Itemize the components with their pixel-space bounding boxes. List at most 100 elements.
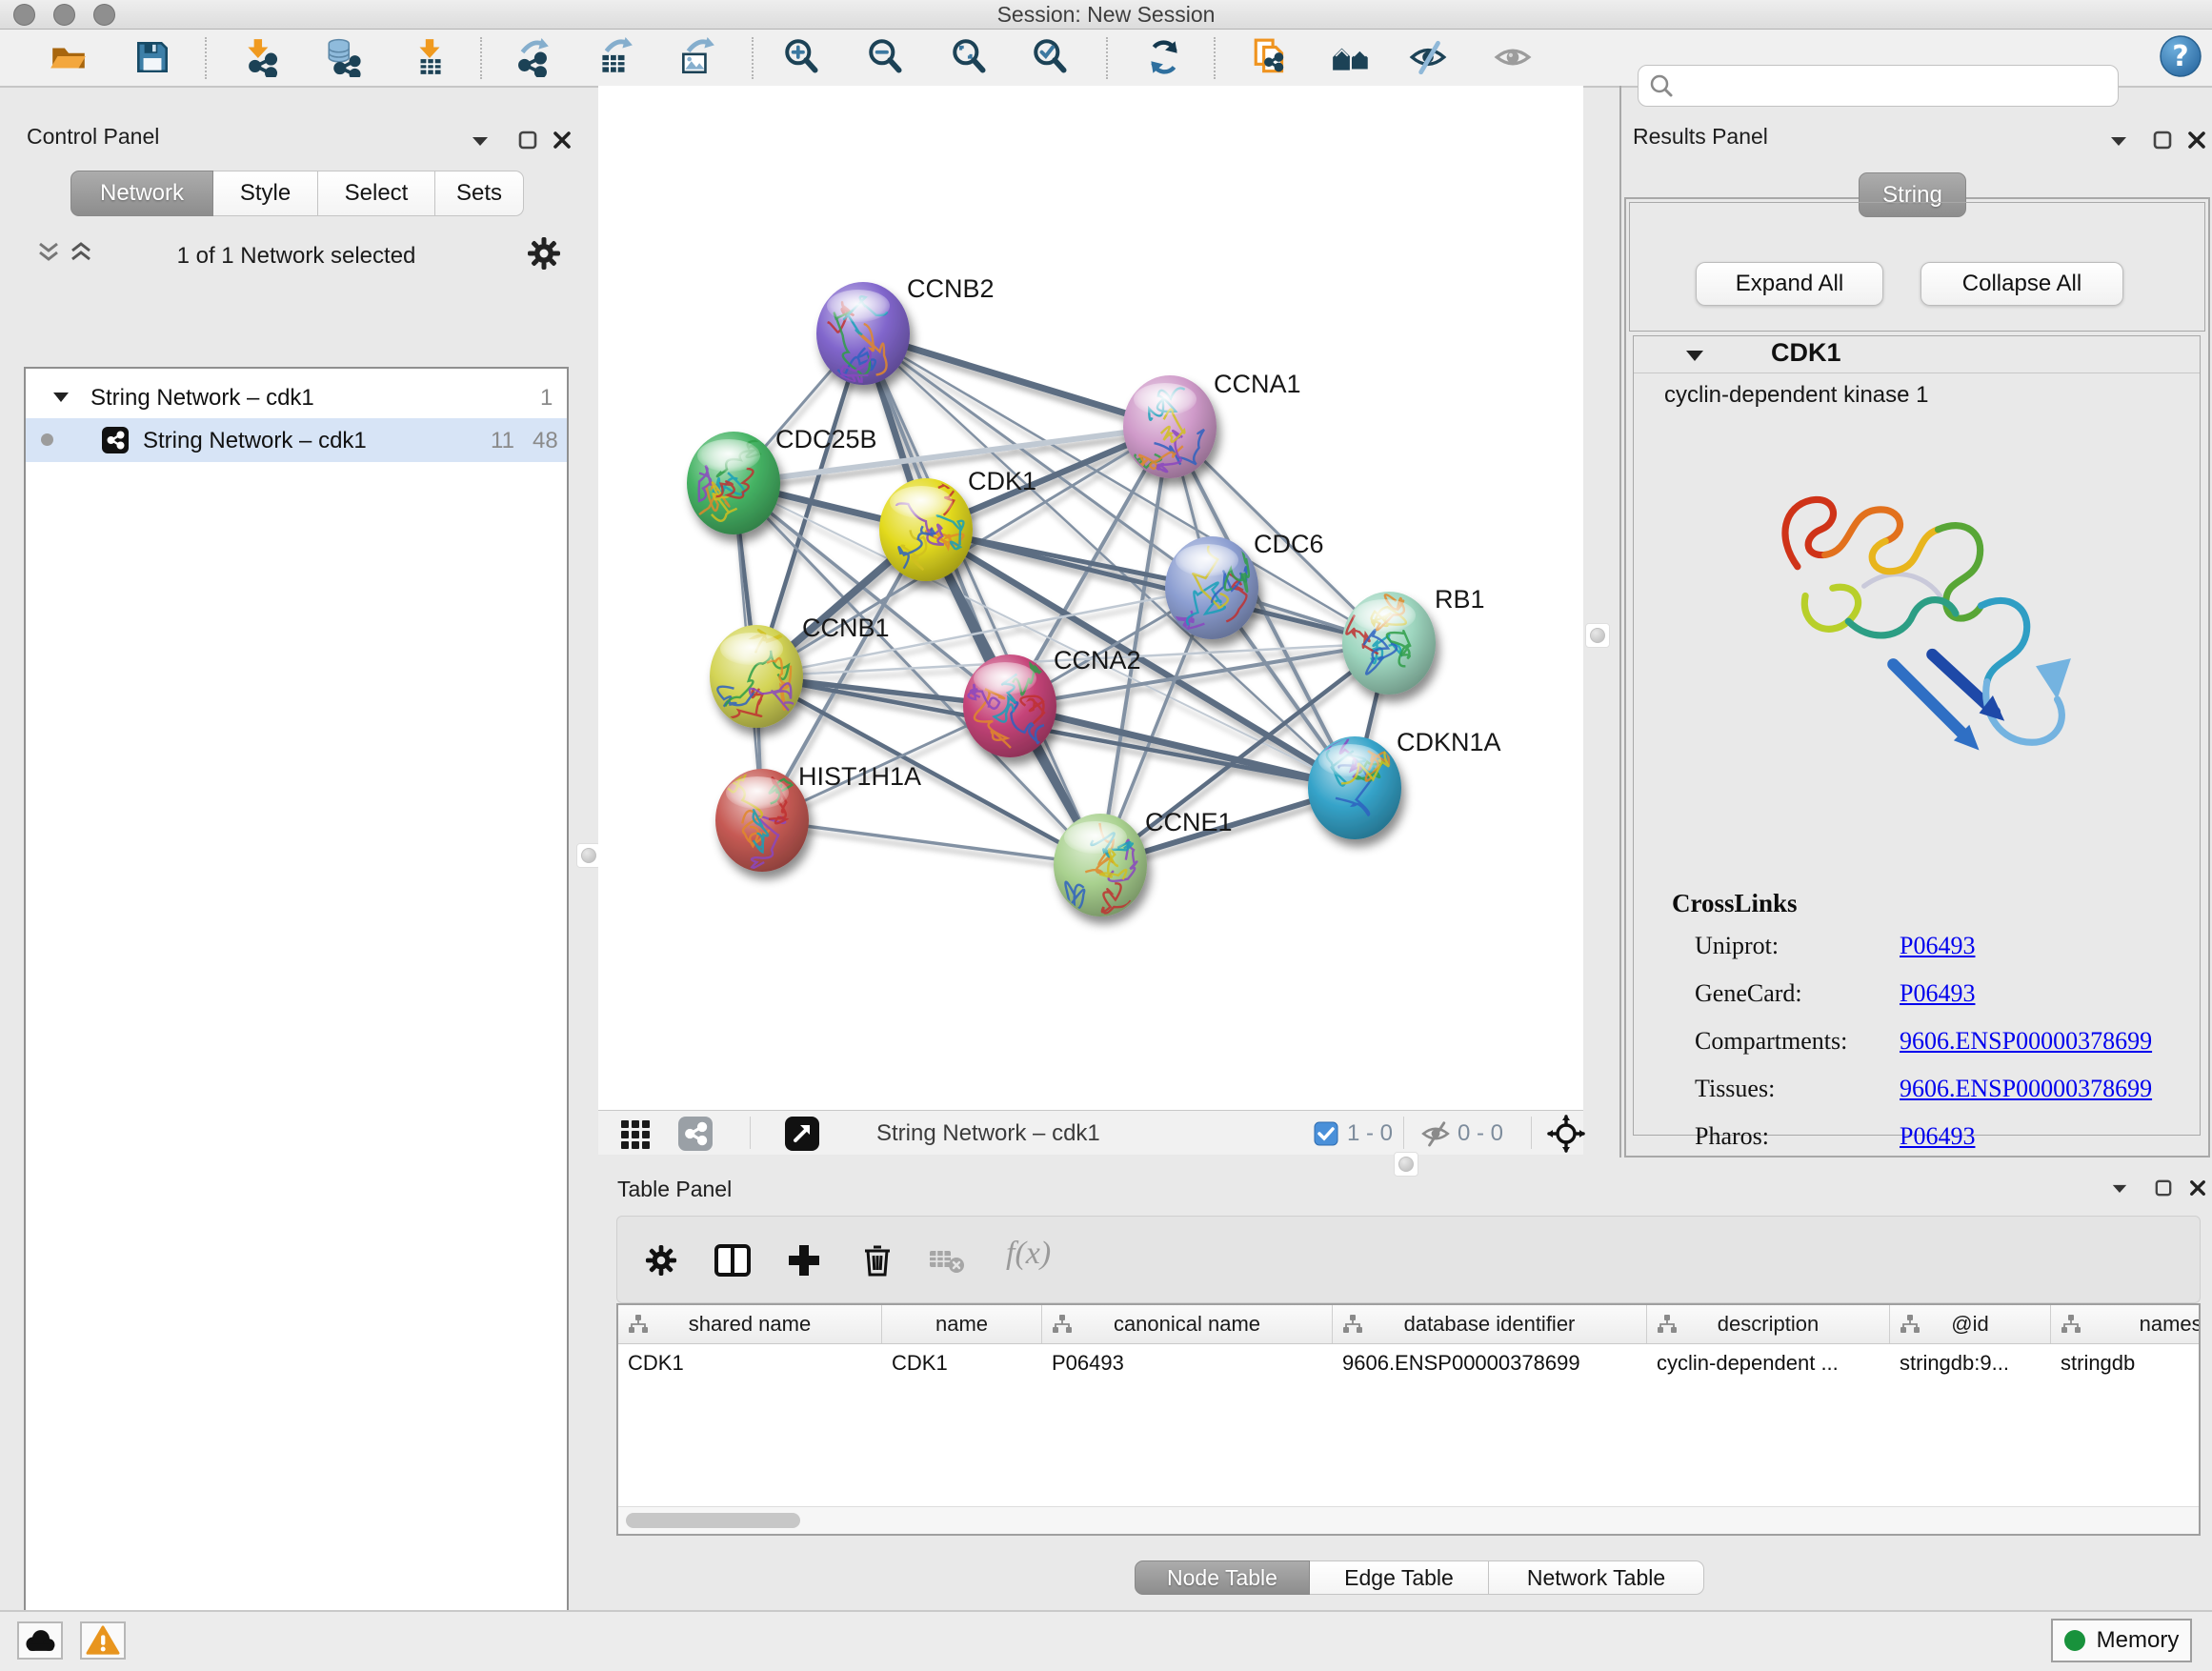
network-thumbnail-icon[interactable] (678, 1117, 713, 1151)
zoom-selected-icon[interactable] (1029, 35, 1073, 79)
show-columns-icon[interactable] (710, 1238, 755, 1283)
table-cell[interactable]: CDK1 (618, 1344, 882, 1380)
delete-table-icon[interactable] (924, 1238, 970, 1283)
network-node-ccnb2[interactable] (816, 282, 910, 385)
memory-status-dot (2064, 1630, 2085, 1651)
tab-edge-table[interactable]: Edge Table (1310, 1560, 1489, 1595)
selected-checkbox-icon[interactable] (1314, 1121, 1338, 1146)
table-cell[interactable]: cyclin-dependent ... (1647, 1344, 1890, 1380)
table-cell[interactable]: stringdb:9... (1890, 1344, 2051, 1380)
table-panel-float-icon[interactable] (2155, 1179, 2172, 1197)
import-network-from-database-icon[interactable] (322, 35, 366, 79)
new-network-from-selection-icon[interactable] (1249, 35, 1293, 79)
column-header-shared-name[interactable]: shared name (618, 1305, 882, 1343)
hidden-eye-icon[interactable] (1419, 1118, 1452, 1149)
network-node-cdc6[interactable] (1165, 536, 1258, 639)
tab-network[interactable]: Network (70, 171, 213, 216)
control-panel-close-icon[interactable] (553, 131, 572, 150)
network-node-ccna2[interactable] (963, 654, 1056, 757)
save-session-icon[interactable] (131, 35, 174, 79)
show-grid-icon[interactable] (619, 1117, 654, 1151)
table-toolbar: f(x) (616, 1216, 2201, 1303)
column-header-database-identifier[interactable]: database identifier (1333, 1305, 1647, 1343)
network-node-rb1[interactable] (1342, 592, 1436, 695)
memory-button[interactable]: Memory (2051, 1619, 2192, 1662)
detach-view-icon[interactable] (784, 1116, 820, 1152)
network-node-cdkn1a[interactable] (1308, 736, 1401, 839)
network-node-ccnb1[interactable] (710, 625, 803, 728)
network-collection-row[interactable]: String Network – cdk1 1 (26, 376, 567, 418)
export-table-icon[interactable] (593, 35, 636, 79)
network-row[interactable]: String Network – cdk1 11 48 (26, 418, 567, 462)
tab-select[interactable]: Select (318, 171, 435, 216)
control-panel: Control Panel Network Style Select Sets … (0, 86, 596, 1610)
zoom-fit-content-icon[interactable] (948, 35, 992, 79)
crosslink-value-link[interactable]: 9606.ENSP00000378699 (1900, 1075, 2152, 1103)
tab-sets[interactable]: Sets (435, 171, 524, 216)
table-options-gear-icon[interactable] (638, 1238, 684, 1283)
tab-node-table[interactable]: Node Table (1135, 1560, 1310, 1595)
right-splitter-handle[interactable] (1585, 623, 1610, 648)
table-cell[interactable]: 9606.ENSP00000378699 (1333, 1344, 1647, 1380)
export-image-icon[interactable] (674, 35, 718, 79)
control-panel-title: Control Panel (27, 124, 159, 150)
table-cell[interactable]: stringdb (2051, 1344, 2201, 1380)
results-panel-float-icon[interactable] (2153, 131, 2172, 150)
first-neighbors-icon[interactable] (1330, 35, 1374, 79)
export-network-icon[interactable] (511, 35, 554, 79)
network-edge[interactable] (863, 333, 1170, 427)
network-canvas[interactable]: CCNB2CCNA1CDC25BCDK1CDC6RB1CCNB1CCNA2CDK… (598, 86, 1583, 1110)
table-panel-close-icon[interactable] (2189, 1179, 2206, 1197)
network-view-toolbar: String Network – cdk1 1 - 0 0 - 0 (598, 1110, 1583, 1155)
column-header-name[interactable]: name (882, 1305, 1042, 1343)
network-node-ccne1[interactable] (1054, 814, 1147, 916)
table-cell[interactable]: CDK1 (882, 1344, 1042, 1380)
network-panel-options-gear-icon[interactable] (527, 236, 561, 271)
network-node-cdk1[interactable] (879, 478, 973, 581)
control-panel-float-icon[interactable] (518, 131, 537, 150)
zoom-in-icon[interactable] (780, 35, 824, 79)
column-header-description[interactable]: description (1647, 1305, 1890, 1343)
hide-selected-icon[interactable] (1406, 35, 1450, 79)
network-node-hist1h1a[interactable] (715, 769, 809, 872)
show-all-icon[interactable] (1491, 35, 1535, 79)
scrollbar-thumb[interactable] (626, 1513, 800, 1528)
crosslink-value-link[interactable]: 9606.ENSP00000378699 (1900, 1027, 2152, 1056)
crosslink-label: Tissues: (1695, 1075, 1900, 1103)
import-network-from-file-icon[interactable] (239, 35, 283, 79)
viewbar-separator (750, 1117, 751, 1149)
column-header-namespace[interactable]: namespace (2051, 1305, 2201, 1343)
results-panel-close-icon[interactable] (2187, 131, 2206, 150)
expand-all-button[interactable]: Expand All (1696, 262, 1883, 306)
crosslink-row: Tissues:9606.ENSP00000378699 (1695, 1075, 2190, 1122)
open-session-icon[interactable] (47, 35, 90, 79)
collapse-all-button[interactable]: Collapse All (1920, 262, 2123, 306)
section-collapse-icon[interactable] (1685, 350, 1704, 362)
table-panel-menu-icon[interactable] (2111, 1183, 2128, 1194)
network-node-cdc25b[interactable] (687, 432, 780, 534)
import-table-from-file-icon[interactable] (408, 35, 452, 79)
network-node-ccna1[interactable] (1123, 375, 1217, 478)
toolbar-separator (1106, 37, 1108, 79)
add-column-icon[interactable] (781, 1238, 827, 1283)
crosslink-value-link[interactable]: P06493 (1900, 979, 1975, 1008)
help-icon[interactable]: ? (2159, 34, 2202, 78)
control-panel-menu-icon[interactable] (471, 135, 490, 147)
results-panel-menu-icon[interactable] (2109, 135, 2128, 147)
function-builder-icon[interactable]: f(x) (1006, 1236, 1051, 1272)
network-edge[interactable] (762, 820, 1100, 865)
warning-status-icon[interactable] (80, 1621, 126, 1660)
zoom-out-icon[interactable] (864, 35, 908, 79)
tab-network-table[interactable]: Network Table (1489, 1560, 1704, 1595)
apply-preferred-layout-icon[interactable] (1142, 35, 1186, 79)
column-header-canonical-name[interactable]: canonical name (1042, 1305, 1333, 1343)
crosslink-value-link[interactable]: P06493 (1900, 1122, 1975, 1151)
cloud-status-icon[interactable] (17, 1621, 63, 1660)
crosslink-value-link[interactable]: P06493 (1900, 932, 1975, 960)
table-cell[interactable]: P06493 (1042, 1344, 1333, 1380)
delete-column-trash-icon[interactable] (855, 1238, 900, 1283)
birds-eye-view-icon[interactable] (1547, 1115, 1585, 1153)
tab-style[interactable]: Style (213, 171, 318, 216)
column-header--id[interactable]: @id (1890, 1305, 2051, 1343)
collection-expander-icon[interactable] (52, 392, 70, 403)
